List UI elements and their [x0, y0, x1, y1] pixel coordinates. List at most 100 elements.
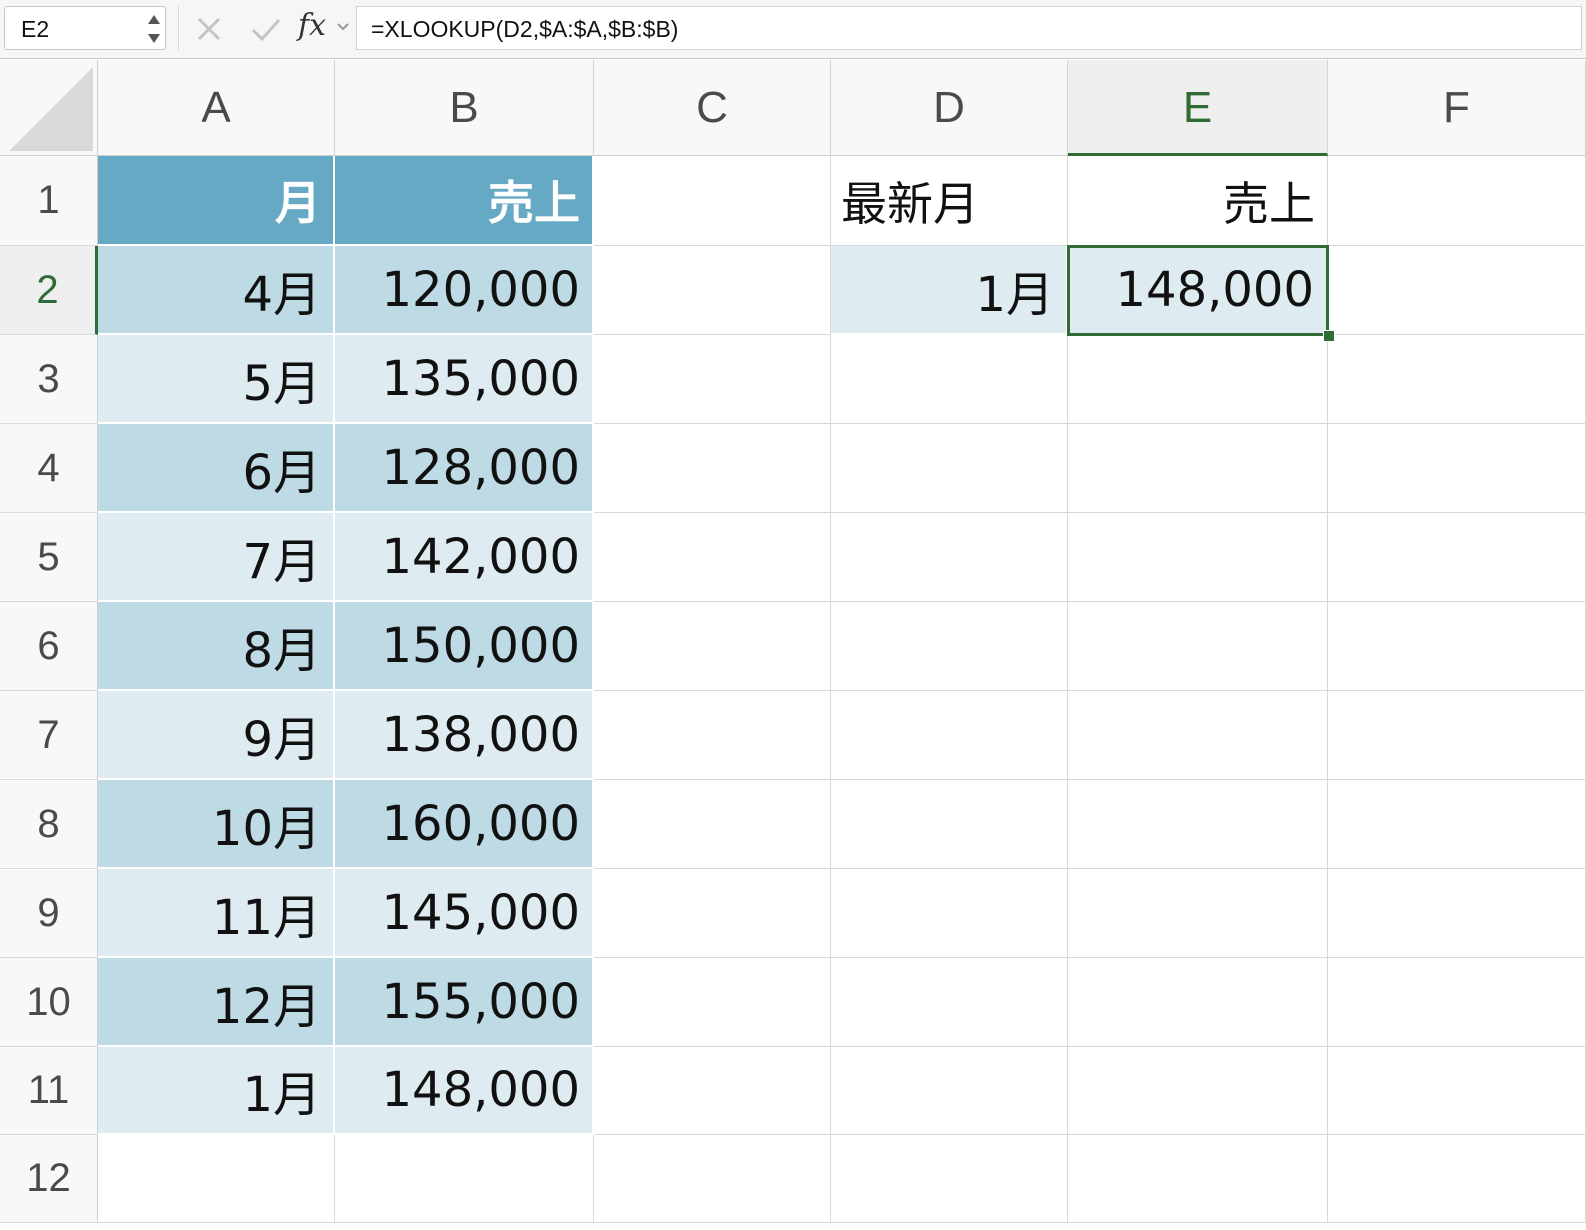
- cell-d5[interactable]: [831, 513, 1068, 602]
- divider: [178, 6, 179, 50]
- name-box[interactable]: E2: [4, 6, 166, 50]
- select-all-corner[interactable]: [0, 60, 98, 156]
- row-header-11[interactable]: 11: [0, 1047, 98, 1135]
- row-header-6[interactable]: 6: [0, 602, 98, 691]
- cell-d2[interactable]: 1月: [831, 246, 1068, 335]
- cell-c6[interactable]: [594, 602, 831, 691]
- cell-f6[interactable]: [1328, 602, 1586, 691]
- cell-b3[interactable]: 135,000: [335, 335, 594, 424]
- fill-handle[interactable]: [1323, 330, 1335, 342]
- cell-f12[interactable]: [1328, 1135, 1586, 1223]
- cell-f10[interactable]: [1328, 958, 1586, 1047]
- column-header-f[interactable]: F: [1328, 60, 1586, 156]
- cell-e1[interactable]: 売上: [1068, 156, 1328, 246]
- cell-e8[interactable]: [1068, 780, 1328, 869]
- cell-a8[interactable]: 10月: [98, 780, 335, 869]
- cell-b2[interactable]: 120,000: [335, 246, 594, 335]
- row-header-8[interactable]: 8: [0, 780, 98, 869]
- row-header-12[interactable]: 12: [0, 1135, 98, 1223]
- fx-icon[interactable]: fx: [298, 8, 326, 43]
- cell-e6[interactable]: [1068, 602, 1328, 691]
- row-header-5[interactable]: 5: [0, 513, 98, 602]
- cell-f8[interactable]: [1328, 780, 1586, 869]
- row-header-9[interactable]: 9: [0, 869, 98, 958]
- cell-b8[interactable]: 160,000: [335, 780, 594, 869]
- cell-b6[interactable]: 150,000: [335, 602, 594, 691]
- cell-b11[interactable]: 148,000: [335, 1047, 594, 1135]
- cell-d7[interactable]: [831, 691, 1068, 780]
- cell-e5[interactable]: [1068, 513, 1328, 602]
- cell-d1[interactable]: 最新月: [831, 156, 1068, 246]
- cell-b9[interactable]: 145,000: [335, 869, 594, 958]
- cell-b10[interactable]: 155,000: [335, 958, 594, 1047]
- cell-e12[interactable]: [1068, 1135, 1328, 1223]
- cell-f2[interactable]: [1328, 246, 1586, 335]
- cell-f7[interactable]: [1328, 691, 1586, 780]
- cell-b5[interactable]: 142,000: [335, 513, 594, 602]
- cell-e4[interactable]: [1068, 424, 1328, 513]
- cell-e3[interactable]: [1068, 335, 1328, 424]
- cell-d12[interactable]: [831, 1135, 1068, 1223]
- row-header-10[interactable]: 10: [0, 958, 98, 1047]
- cell-a10[interactable]: 12月: [98, 958, 335, 1047]
- cell-a5[interactable]: 7月: [98, 513, 335, 602]
- name-box-stepper-icon[interactable]: [147, 11, 161, 47]
- cell-f1[interactable]: [1328, 156, 1586, 246]
- chevron-down-icon[interactable]: [336, 22, 350, 32]
- cell-b7[interactable]: 138,000: [335, 691, 594, 780]
- column-header-e[interactable]: E: [1068, 60, 1328, 156]
- cell-d6[interactable]: [831, 602, 1068, 691]
- row-header-1[interactable]: 1: [0, 156, 98, 246]
- column-header-d[interactable]: D: [831, 60, 1068, 156]
- cell-a11[interactable]: 1月: [98, 1047, 335, 1135]
- cell-a2[interactable]: 4月: [98, 246, 335, 335]
- name-box-value: E2: [21, 16, 50, 42]
- cell-a4[interactable]: 6月: [98, 424, 335, 513]
- row-header-4[interactable]: 4: [0, 424, 98, 513]
- cell-c7[interactable]: [594, 691, 831, 780]
- cell-d8[interactable]: [831, 780, 1068, 869]
- cell-c2[interactable]: [594, 246, 831, 335]
- cell-c1[interactable]: [594, 156, 831, 246]
- cell-b1[interactable]: 売上: [335, 156, 594, 246]
- cell-d3[interactable]: [831, 335, 1068, 424]
- cell-c4[interactable]: [594, 424, 831, 513]
- cell-f9[interactable]: [1328, 869, 1586, 958]
- row-header-7[interactable]: 7: [0, 691, 98, 780]
- cell-a12[interactable]: [98, 1135, 335, 1223]
- cell-a3[interactable]: 5月: [98, 335, 335, 424]
- cell-c10[interactable]: [594, 958, 831, 1047]
- cell-a6[interactable]: 8月: [98, 602, 335, 691]
- cell-f4[interactable]: [1328, 424, 1586, 513]
- cell-d11[interactable]: [831, 1047, 1068, 1135]
- close-icon[interactable]: [194, 12, 224, 46]
- column-header-a[interactable]: A: [98, 60, 335, 156]
- cell-e11[interactable]: [1068, 1047, 1328, 1135]
- cell-a9[interactable]: 11月: [98, 869, 335, 958]
- cell-f11[interactable]: [1328, 1047, 1586, 1135]
- cell-c9[interactable]: [594, 869, 831, 958]
- row-header-2[interactable]: 2: [0, 246, 98, 335]
- row-header-3[interactable]: 3: [0, 335, 98, 424]
- cell-e7[interactable]: [1068, 691, 1328, 780]
- check-icon[interactable]: [248, 12, 284, 46]
- cell-f3[interactable]: [1328, 335, 1586, 424]
- cell-e10[interactable]: [1068, 958, 1328, 1047]
- cell-b4[interactable]: 128,000: [335, 424, 594, 513]
- cell-e9[interactable]: [1068, 869, 1328, 958]
- cell-d4[interactable]: [831, 424, 1068, 513]
- column-header-c[interactable]: C: [594, 60, 831, 156]
- cell-c8[interactable]: [594, 780, 831, 869]
- cell-a1[interactable]: 月: [98, 156, 335, 246]
- cell-b12[interactable]: [335, 1135, 594, 1223]
- cell-d10[interactable]: [831, 958, 1068, 1047]
- cell-c11[interactable]: [594, 1047, 831, 1135]
- cell-c3[interactable]: [594, 335, 831, 424]
- cell-a7[interactable]: 9月: [98, 691, 335, 780]
- formula-input[interactable]: =XLOOKUP(D2,$A:$A,$B:$B): [356, 6, 1582, 50]
- cell-c5[interactable]: [594, 513, 831, 602]
- column-header-b[interactable]: B: [335, 60, 594, 156]
- cell-d9[interactable]: [831, 869, 1068, 958]
- cell-c12[interactable]: [594, 1135, 831, 1223]
- cell-f5[interactable]: [1328, 513, 1586, 602]
